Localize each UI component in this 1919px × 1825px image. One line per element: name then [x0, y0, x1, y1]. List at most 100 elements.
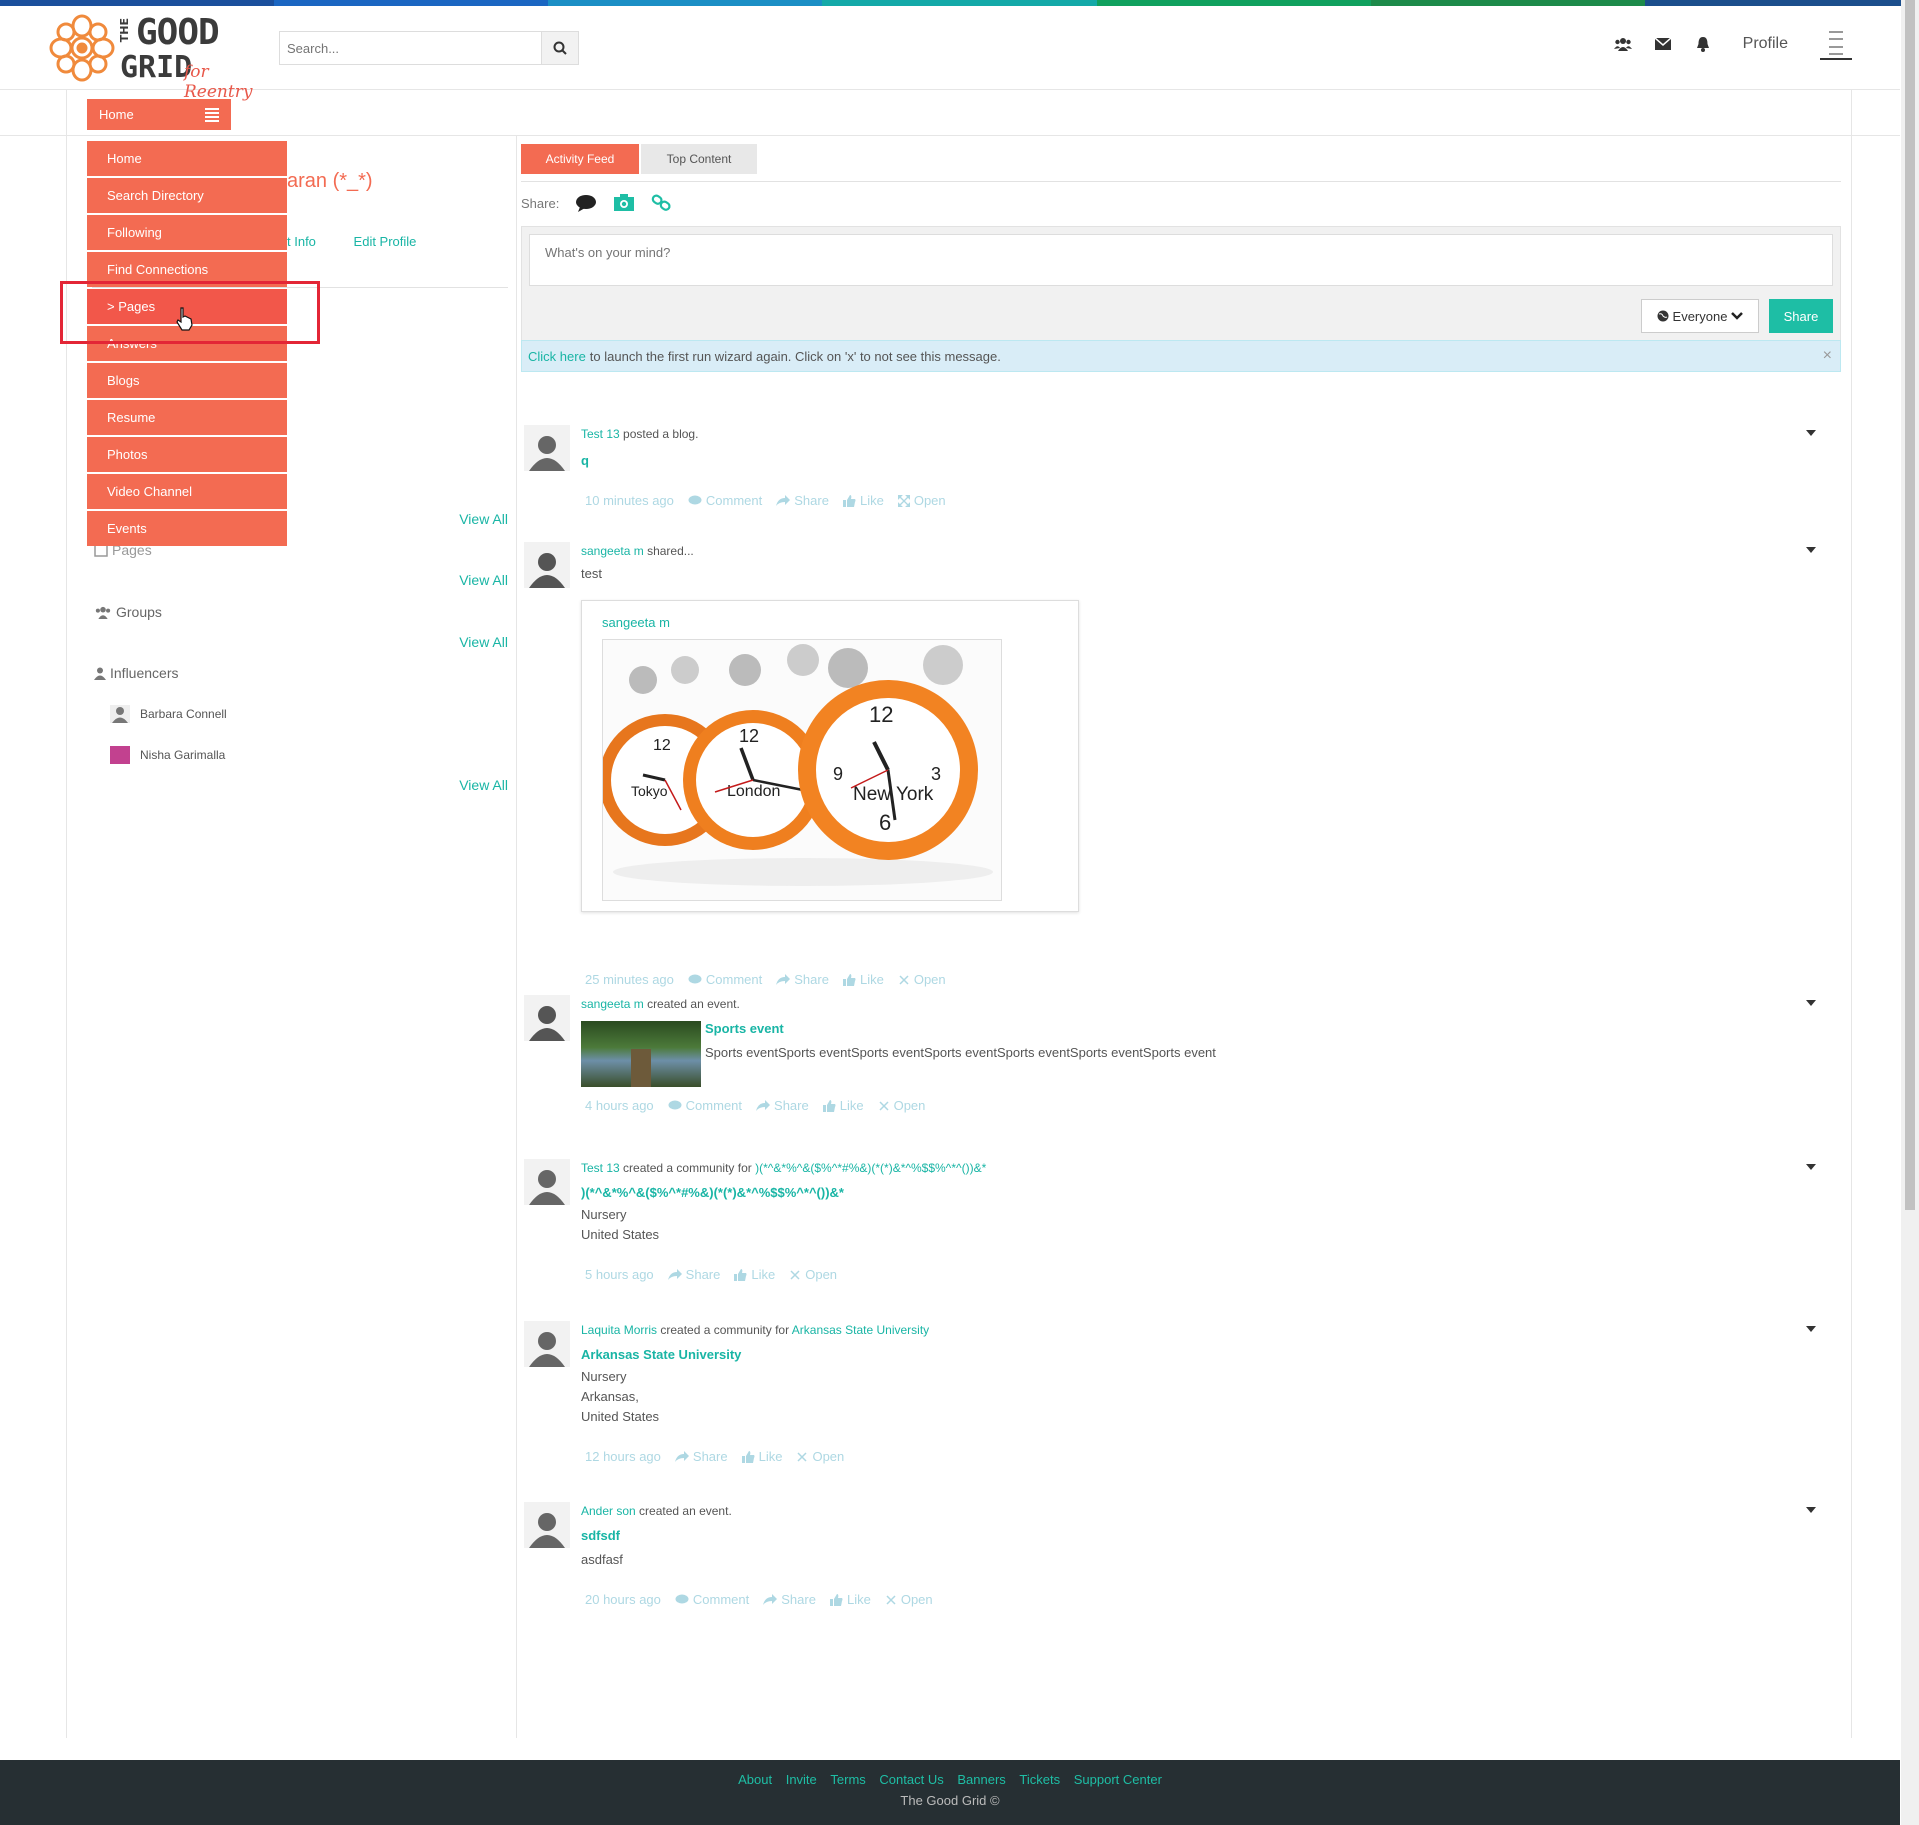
- footer-link-about[interactable]: About: [738, 1772, 772, 1787]
- comment-action[interactable]: Comment: [675, 1592, 749, 1607]
- event-thumbnail[interactable]: [581, 1021, 701, 1087]
- tab-activity-feed[interactable]: Activity Feed: [521, 144, 639, 174]
- post-title[interactable]: )(*^&*%^&($%^*#%&)(*(*)&*^%$$%^*^())&*: [581, 1185, 844, 1200]
- post-time[interactable]: 25 minutes ago: [585, 972, 674, 987]
- shared-author[interactable]: sangeeta m: [602, 615, 670, 630]
- post-title[interactable]: Sports event: [705, 1021, 784, 1036]
- clocks-image[interactable]: 12 Tokyo 12 London 12 9 3 6 New York: [602, 639, 1002, 901]
- wizard-alert: Click here to launch the first run wizar…: [521, 340, 1841, 372]
- scrollbar-thumb[interactable]: [1905, 0, 1915, 1210]
- menu-item-events[interactable]: Events: [87, 511, 287, 546]
- tab-top-content[interactable]: Top Content: [641, 144, 757, 174]
- footer-link-banners[interactable]: Banners: [957, 1772, 1005, 1787]
- share-action[interactable]: Share: [776, 972, 829, 987]
- footer-link-terms[interactable]: Terms: [830, 1772, 865, 1787]
- envelope-icon[interactable]: [1653, 34, 1673, 54]
- like-action[interactable]: Like: [734, 1267, 775, 1282]
- menu-item-following[interactable]: Following: [87, 215, 287, 250]
- wizard-link[interactable]: Click here: [528, 349, 586, 364]
- influencer-item[interactable]: Barbara Connell: [110, 705, 227, 723]
- menu-item-blogs[interactable]: Blogs: [87, 363, 287, 398]
- users-icon[interactable]: [1613, 34, 1633, 54]
- link-icon[interactable]: [651, 194, 673, 212]
- post-title[interactable]: q: [581, 453, 589, 468]
- post-author[interactable]: Test 13: [581, 1161, 620, 1175]
- search-input[interactable]: [280, 32, 541, 64]
- open-action[interactable]: Open: [796, 1449, 844, 1464]
- post-author[interactable]: sangeeta m: [581, 997, 644, 1011]
- footer-link-tickets[interactable]: Tickets: [1019, 1772, 1060, 1787]
- menu-toggle-button[interactable]: Home: [87, 99, 231, 130]
- open-action[interactable]: Open: [878, 1098, 925, 1113]
- footer-link-contact[interactable]: Contact Us: [879, 1772, 943, 1787]
- avatar: [524, 1321, 570, 1367]
- close-icon[interactable]: ×: [1823, 347, 1832, 365]
- tab-edit-profile[interactable]: Edit Profile: [354, 234, 417, 249]
- like-action[interactable]: Like: [842, 972, 884, 987]
- post-menu-caret[interactable]: [1806, 1507, 1816, 1513]
- post-time[interactable]: 5 hours ago: [585, 1267, 654, 1282]
- profile-link[interactable]: Profile: [1743, 35, 1788, 53]
- open-action[interactable]: Open: [789, 1267, 837, 1282]
- menu-item-resume[interactable]: Resume: [87, 400, 287, 435]
- avatar[interactable]: [1820, 28, 1852, 60]
- view-all-link[interactable]: View All: [459, 634, 508, 650]
- share-action[interactable]: Share: [667, 1267, 720, 1282]
- search-button[interactable]: [541, 32, 578, 64]
- post-target[interactable]: Arkansas State University: [792, 1323, 929, 1337]
- post-time[interactable]: 10 minutes ago: [585, 493, 674, 508]
- site-footer: About Invite Terms Contact Us Banners Ti…: [0, 1760, 1900, 1825]
- view-all-link[interactable]: View All: [459, 777, 508, 793]
- logo[interactable]: THE GOOD GRID for Reentry: [48, 10, 268, 102]
- comment-icon[interactable]: [575, 194, 597, 212]
- like-action[interactable]: Like: [829, 1592, 871, 1607]
- open-action[interactable]: Open: [885, 1592, 933, 1607]
- post-time[interactable]: 12 hours ago: [585, 1449, 661, 1464]
- share-action[interactable]: Share: [763, 1592, 816, 1607]
- bell-icon[interactable]: [1693, 34, 1713, 54]
- share-label: Share:: [521, 195, 560, 211]
- menu-item-video-channel[interactable]: Video Channel: [87, 474, 287, 509]
- post-line: Arkansas,: [581, 1389, 639, 1404]
- post-author[interactable]: Test 13: [581, 427, 620, 441]
- like-action[interactable]: Like: [842, 493, 884, 508]
- post-menu-caret[interactable]: [1806, 1000, 1816, 1006]
- post-time[interactable]: 4 hours ago: [585, 1098, 654, 1113]
- post-author[interactable]: Laquita Morris: [581, 1323, 657, 1337]
- photo-icon[interactable]: [613, 194, 635, 212]
- post-time[interactable]: 20 hours ago: [585, 1592, 661, 1607]
- post-menu-caret[interactable]: [1806, 547, 1816, 553]
- view-all-link[interactable]: View All: [459, 511, 508, 527]
- footer-link-invite[interactable]: Invite: [786, 1772, 817, 1787]
- scrollbar[interactable]: [1901, 0, 1919, 1825]
- like-action[interactable]: Like: [822, 1098, 864, 1113]
- open-action[interactable]: Open: [897, 493, 946, 508]
- post-author[interactable]: Ander son: [581, 1504, 636, 1518]
- menu-item-photos[interactable]: Photos: [87, 437, 287, 472]
- post-target[interactable]: )(*^&*%^&($%^*#%&)(*(*)&*^%$$%^*^())&*: [755, 1161, 986, 1175]
- post-title[interactable]: sdfsdf: [581, 1528, 620, 1543]
- share-action[interactable]: Share: [776, 493, 829, 508]
- view-all-link[interactable]: View All: [459, 572, 508, 588]
- share-action[interactable]: Share: [674, 1449, 728, 1464]
- menu-item-search-directory[interactable]: Search Directory: [87, 178, 287, 213]
- comment-action[interactable]: Comment: [668, 1098, 742, 1113]
- share-action[interactable]: Share: [756, 1098, 809, 1113]
- comment-action[interactable]: Comment: [688, 493, 762, 508]
- post-author[interactable]: sangeeta m: [581, 544, 644, 558]
- menu-item-home[interactable]: Home: [87, 141, 287, 176]
- post-menu-caret[interactable]: [1806, 430, 1816, 436]
- avatar: [524, 542, 570, 588]
- post-menu-caret[interactable]: [1806, 1326, 1816, 1332]
- post-menu-caret[interactable]: [1806, 1164, 1816, 1170]
- status-input[interactable]: [529, 234, 1833, 286]
- footer-link-support[interactable]: Support Center: [1074, 1772, 1162, 1787]
- share-button[interactable]: Share: [1769, 299, 1833, 333]
- like-action[interactable]: Like: [741, 1449, 782, 1464]
- open-action[interactable]: Open: [898, 972, 946, 987]
- influencer-item[interactable]: Nisha Garimalla: [110, 746, 225, 764]
- comment-action[interactable]: Comment: [688, 972, 762, 987]
- post-title[interactable]: Arkansas State University: [581, 1347, 741, 1362]
- audience-select[interactable]: Everyone: [1641, 299, 1759, 333]
- tab-contact-info[interactable]: t Info: [287, 234, 316, 249]
